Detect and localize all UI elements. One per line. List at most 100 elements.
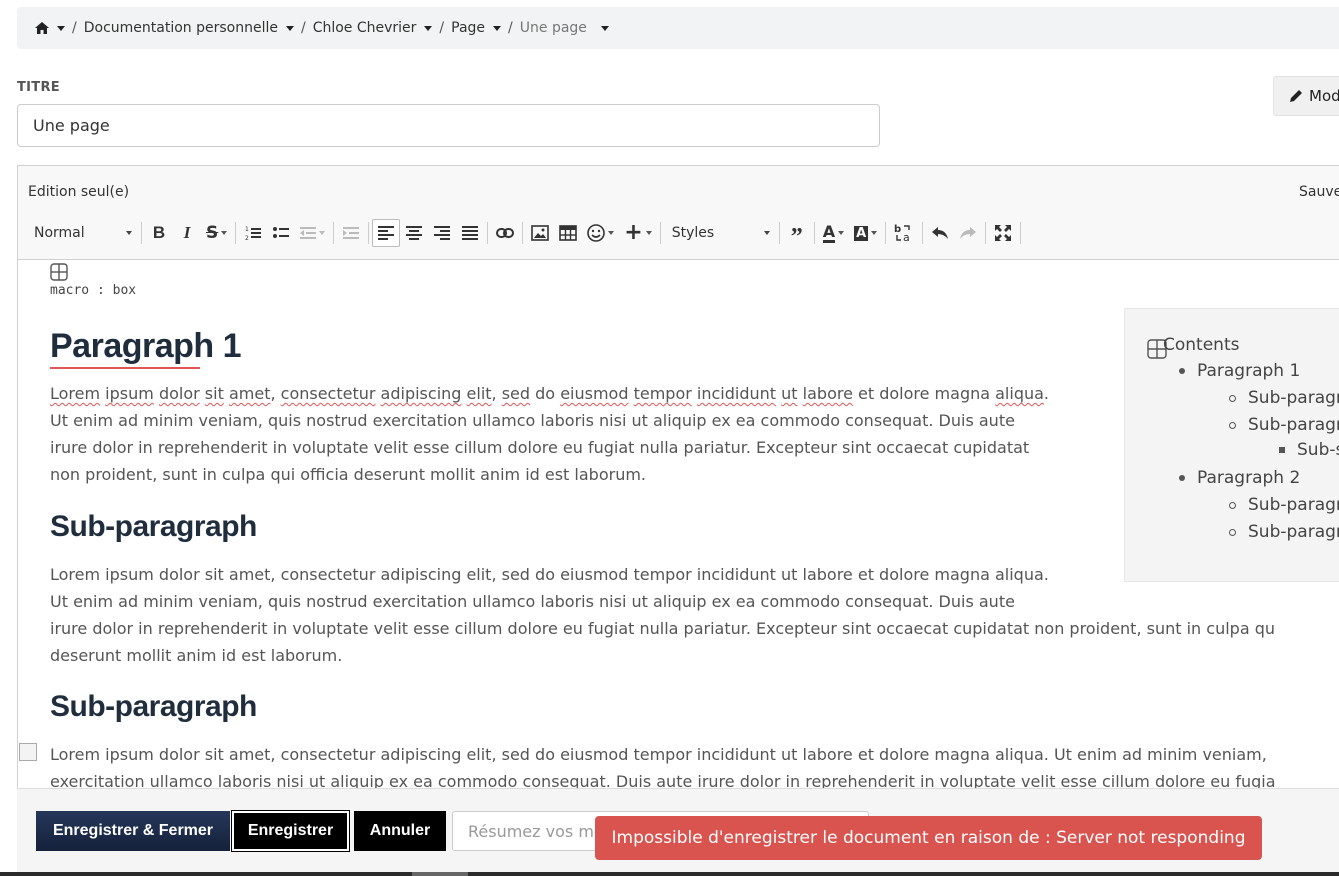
redo-icon — [960, 227, 977, 239]
breadcrumb-item-documentation[interactable]: Documentation personnelle — [84, 20, 294, 36]
align-left-button[interactable] — [372, 219, 401, 247]
macro-handle-icon[interactable] — [50, 263, 68, 281]
cancel-button[interactable]: Annuler — [354, 811, 446, 851]
chevron-down-icon — [763, 231, 770, 235]
emoji-button[interactable] — [582, 219, 619, 247]
image-button[interactable] — [526, 219, 554, 247]
format-select[interactable]: Normal — [26, 219, 138, 247]
editor-content[interactable]: macro : box Paragraph 1 Lorem ipsum dolo… — [18, 260, 1339, 800]
bulleted-list-button[interactable] — [267, 219, 295, 247]
breadcrumb-item-page[interactable]: Page — [451, 20, 502, 36]
breadcrumb-separator: / — [300, 20, 306, 36]
bold-button[interactable]: B — [145, 219, 173, 247]
toolbar-separator — [813, 222, 815, 244]
insert-button[interactable]: + — [619, 219, 656, 247]
bullet — [1279, 447, 1285, 453]
bold-icon: B — [152, 223, 166, 242]
emoji-icon — [587, 224, 606, 242]
toolbar-separator — [487, 222, 489, 244]
toc-link[interactable]: Sub-s — [1297, 440, 1339, 460]
toc-link[interactable]: Sub-paragr — [1248, 522, 1339, 542]
text-color-button[interactable]: A — [818, 219, 849, 247]
blockquote-button[interactable]: ” — [783, 219, 811, 250]
redo-button[interactable] — [954, 219, 982, 247]
paragraph-line: Ut enim ad minim veniam, quis nostrud ex… — [50, 411, 1015, 430]
paragraph-line: Lorem ipsum dolor sit amet, consectetur … — [50, 745, 1267, 764]
toolbar-separator — [522, 222, 524, 244]
toc-link[interactable]: Sub-paragr — [1248, 388, 1339, 408]
spellcheck-word: eiusmod — [560, 384, 629, 403]
toolbar-separator — [922, 222, 924, 244]
chevron-down-icon[interactable] — [600, 25, 609, 31]
toc-link[interactable]: Sub-paragr — [1248, 495, 1339, 515]
spellcheck-word: incididunt — [696, 384, 777, 403]
strikethrough-button[interactable]: S — [201, 219, 232, 247]
save-button[interactable]: Enregistrer — [231, 810, 350, 852]
title-input[interactable]: Une page — [17, 104, 880, 147]
align-center-button[interactable] — [400, 219, 428, 247]
language-button[interactable]: ba — [889, 219, 919, 247]
justify-button[interactable] — [456, 219, 484, 247]
chevron-down-icon — [221, 231, 228, 235]
toolbar-separator — [368, 222, 370, 244]
breadcrumb-item-user[interactable]: Chloe Chevrier — [313, 20, 433, 36]
image-placeholder-icon[interactable] — [19, 743, 37, 761]
link-button[interactable] — [491, 219, 519, 247]
justify-icon — [462, 226, 479, 240]
bullet — [1229, 501, 1236, 509]
toc-item[interactable]: Sub-paragr — [1229, 495, 1339, 515]
toc-item[interactable]: Sub-s — [1279, 440, 1339, 460]
spellcheck-word: labore — [802, 384, 853, 403]
maximize-icon — [995, 225, 1012, 241]
toc-link[interactable]: Paragraph 1 — [1197, 361, 1300, 381]
breadcrumb-home[interactable] — [35, 22, 65, 34]
paragraph-2: Lorem ipsum dolor sit amet, consectetur … — [50, 561, 1275, 669]
spellcheck-word: dolor — [158, 384, 200, 403]
modify-button[interactable]: Mod — [1273, 76, 1339, 116]
toc-item[interactable]: Paragraph 1 — [1179, 361, 1300, 381]
breadcrumb-label[interactable]: Page — [451, 20, 485, 36]
maximize-button[interactable] — [989, 219, 1017, 247]
spellcheck-word: sed — [501, 384, 531, 403]
styles-select[interactable]: Styles — [664, 219, 776, 247]
toc-item[interactable]: Paragraph 2 — [1179, 468, 1300, 488]
align-right-button[interactable] — [428, 219, 456, 247]
horizontal-scrollbar[interactable] — [0, 872, 1339, 876]
toolbar-separator — [141, 222, 142, 244]
numbered-list-button[interactable]: 12 — [239, 219, 267, 247]
spellcheck-word: amet — [228, 384, 271, 403]
indent-button[interactable] — [337, 219, 365, 247]
toc-link[interactable]: Paragraph 2 — [1197, 468, 1300, 488]
bullet — [1179, 475, 1185, 481]
spellcheck-word: adipiscing — [380, 384, 462, 403]
chevron-down-icon[interactable] — [493, 25, 502, 31]
italic-button[interactable]: I — [173, 219, 201, 247]
breadcrumb-label[interactable]: Chloe Chevrier — [313, 20, 417, 36]
chevron-down-icon[interactable] — [57, 25, 65, 31]
bulleted-list-icon — [273, 227, 290, 238]
table-button[interactable] — [554, 219, 582, 247]
toc-item[interactable]: Sub-paragr — [1229, 415, 1339, 435]
align-left-icon — [378, 226, 395, 240]
scrollbar-thumb[interactable] — [412, 872, 468, 876]
chevron-down-icon[interactable] — [285, 25, 294, 31]
paragraph-line: Lorem ipsum dolor sit amet, consectetur … — [50, 384, 1050, 403]
blockquote-icon: ” — [790, 224, 803, 250]
chevron-down-icon[interactable] — [424, 25, 433, 31]
save-and-close-button[interactable]: Enregistrer & Fermer — [36, 811, 230, 851]
undo-button[interactable] — [926, 219, 954, 247]
pencil-icon — [1290, 90, 1302, 102]
spellcheck-word: tempor — [633, 384, 692, 403]
language-icon: ba — [894, 224, 910, 243]
heading-sub-paragraph: Sub-paragraph — [50, 690, 257, 723]
toc-item[interactable]: Sub-paragr — [1229, 522, 1339, 542]
paragraph-1: Lorem ipsum dolor sit amet, consectetur … — [50, 380, 1049, 488]
edit-mode-label: Edition seul(e) — [28, 184, 130, 200]
breadcrumb-label[interactable]: Documentation personnelle — [84, 20, 278, 36]
toc-item[interactable]: Sub-paragr — [1229, 388, 1339, 408]
chevron-down-icon — [608, 231, 615, 235]
outdent-button[interactable] — [295, 219, 330, 247]
background-color-button[interactable]: A — [849, 219, 882, 247]
paragraph-line: non proident, sunt in culpa qui officia … — [50, 465, 646, 484]
toc-link[interactable]: Sub-paragr — [1248, 415, 1339, 435]
